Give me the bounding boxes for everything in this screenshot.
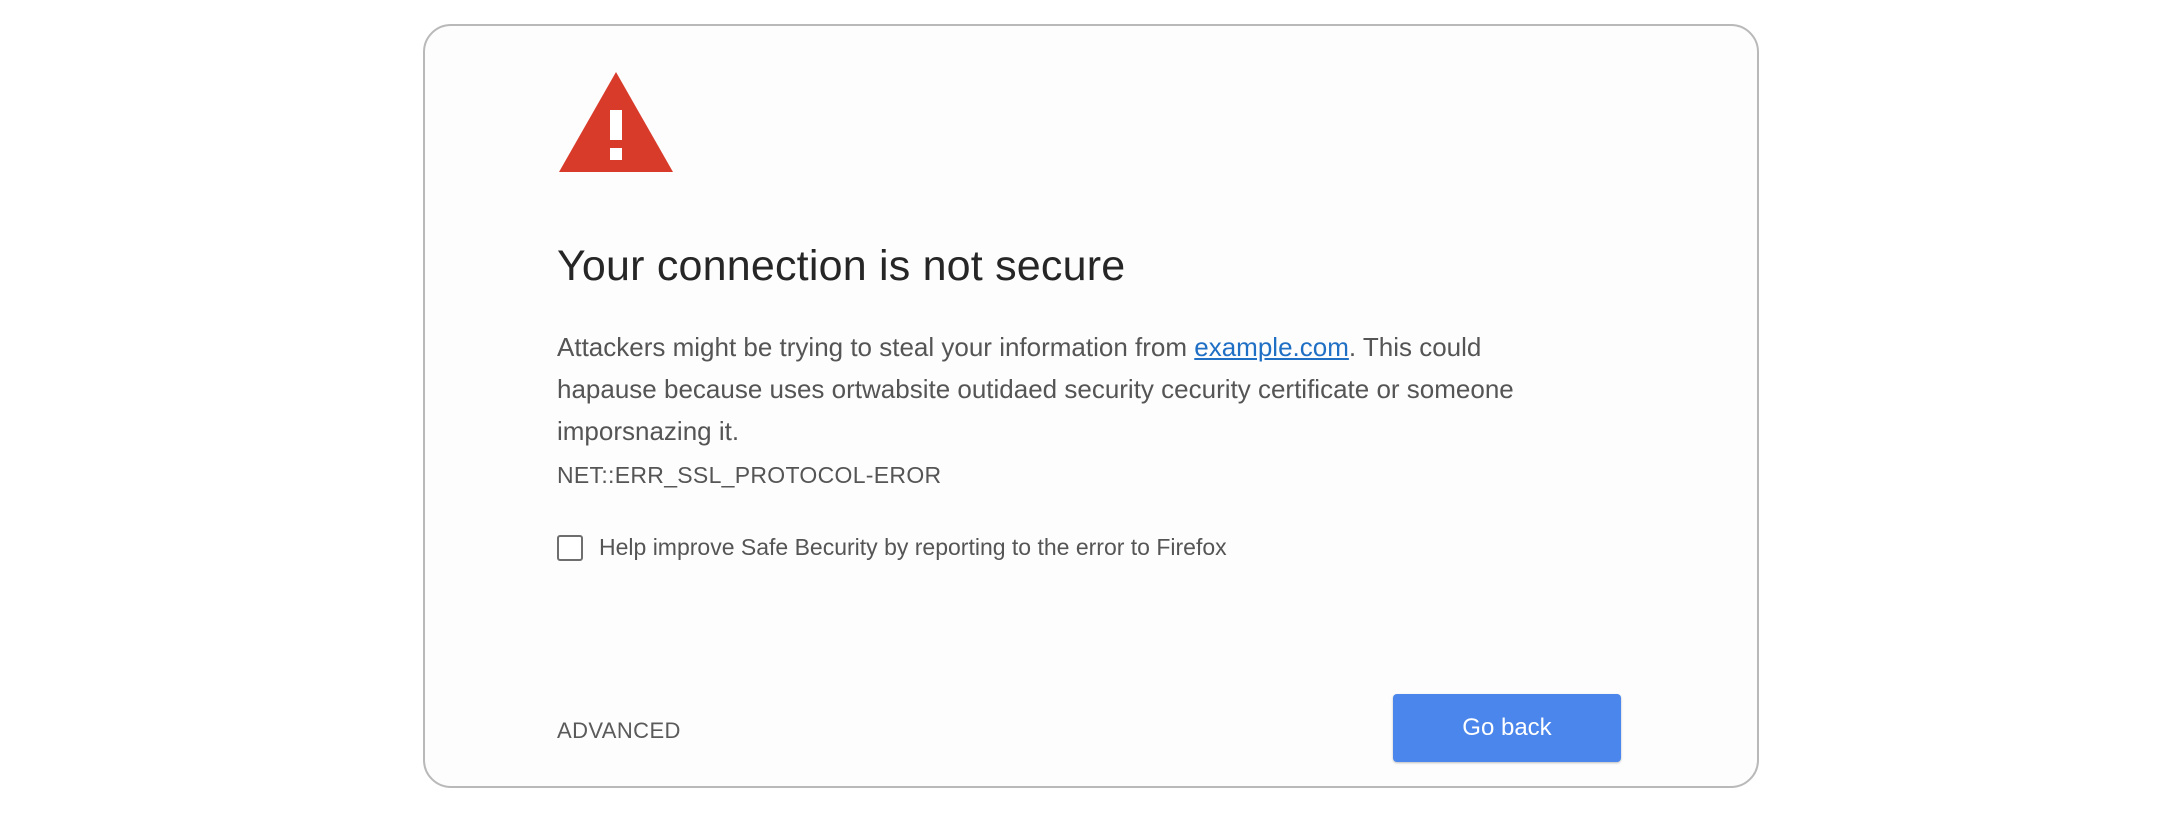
page-background: Your connection is not secure Attackers … [0, 0, 2184, 814]
report-error-option[interactable]: Help improve Safe Becurity by reporting … [557, 534, 1227, 561]
description-text-before-link: Attackers might be trying to steal your … [557, 332, 1195, 362]
site-link[interactable]: example.com [1194, 332, 1349, 362]
report-checkbox[interactable] [557, 534, 583, 561]
advanced-button[interactable]: ADVANCED [557, 718, 681, 744]
report-checkbox-label: Help improve Safe Becurity by reporting … [599, 534, 1227, 560]
go-back-button[interactable]: Go back [1393, 694, 1621, 762]
error-code: NET::ERR_SSL_PROTOCOL-EROR [557, 462, 942, 488]
error-card: Your connection is not secure Attackers … [423, 24, 1759, 788]
error-description: Attackers might be trying to steal your … [557, 326, 1547, 452]
page-title: Your connection is not secure [557, 242, 1126, 290]
warning-triangle-icon [557, 70, 675, 174]
